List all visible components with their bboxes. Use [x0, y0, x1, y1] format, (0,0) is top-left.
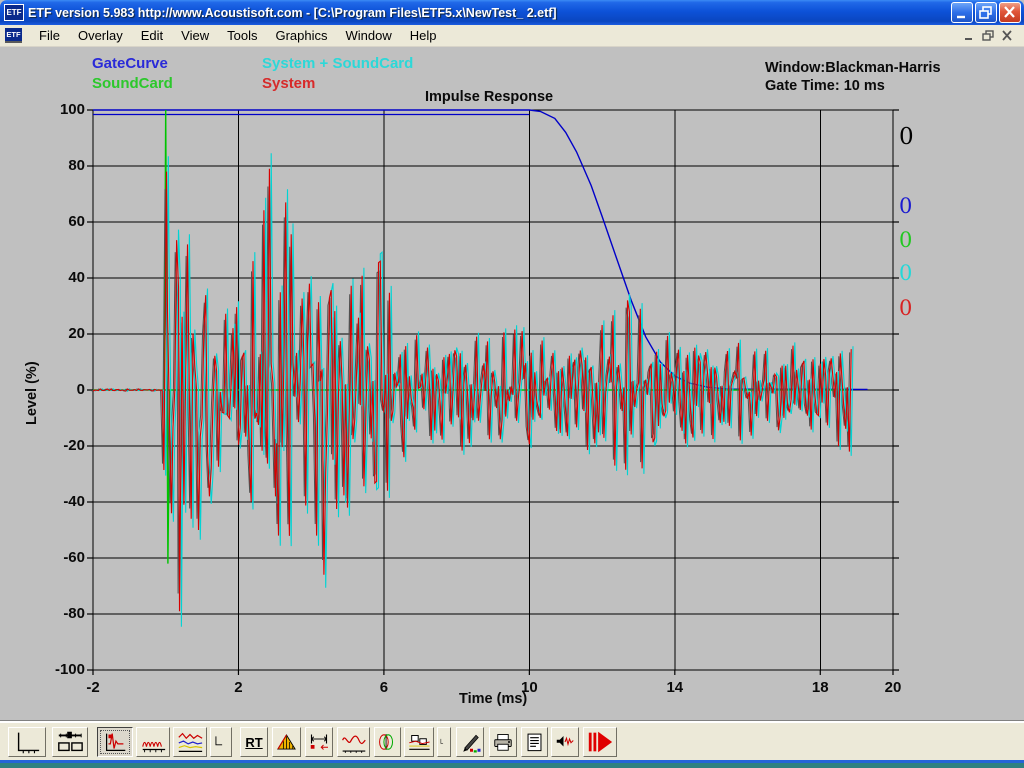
- x-tick-label: 18: [811, 679, 829, 696]
- menu-item-file[interactable]: File: [30, 26, 69, 45]
- menu-item-graphics[interactable]: Graphics: [266, 26, 336, 45]
- title-bar: ETF ETF version 5.983 http://www.Acousti…: [0, 0, 1024, 25]
- step2-icon: [440, 738, 444, 744]
- impulse-response-plot: [87, 109, 899, 675]
- marker-soundcard-0: 0: [899, 228, 913, 252]
- axes-button[interactable]: [8, 727, 46, 757]
- y-tick-label: 60: [68, 213, 85, 230]
- phase-icon: [379, 734, 394, 750]
- mdi-minimize-button[interactable]: [961, 28, 978, 43]
- speaker-icon: [556, 736, 574, 747]
- span-button[interactable]: [305, 727, 333, 757]
- menu-item-help[interactable]: Help: [401, 26, 446, 45]
- mdi-restore-button[interactable]: [980, 28, 997, 43]
- marker-system-soundcard-0: 0: [899, 261, 913, 285]
- y-tick-label: 40: [68, 269, 85, 286]
- menu-bar: ETF File Overlay Edit View Tools Graphic…: [0, 25, 1024, 47]
- speaker-button[interactable]: [551, 727, 579, 757]
- y-tick-label: 20: [68, 325, 85, 342]
- marker-gatecurve-0: 0: [899, 194, 913, 218]
- y-tick-label: 100: [59, 101, 85, 118]
- y-tick-label: -80: [63, 605, 85, 622]
- rt-label: RT: [245, 734, 263, 750]
- window-function-label: Window:Blackman-Harris: [765, 60, 941, 76]
- curve-icon: [342, 735, 366, 753]
- mdi-window-buttons: [959, 28, 1024, 43]
- notes-button[interactable]: [521, 727, 548, 757]
- window-title: ETF version 5.983 http://www.Acoustisoft…: [28, 5, 557, 20]
- waves-button[interactable]: [136, 727, 170, 757]
- marker-button[interactable]: [456, 727, 484, 757]
- mdi-close-button[interactable]: [999, 28, 1016, 43]
- notes-icon: [527, 733, 542, 752]
- chart-title: Impulse Response: [425, 89, 554, 105]
- y-tick-label: -100: [54, 661, 85, 678]
- marker-system-0: 0: [899, 296, 913, 320]
- layout-button[interactable]: [52, 727, 88, 757]
- curve-button[interactable]: [337, 727, 370, 757]
- chart-client-area: GateCurve SoundCard System + SoundCard S…: [0, 47, 1024, 721]
- step-icon: [215, 736, 223, 746]
- play-icon: [588, 731, 613, 753]
- phase-button[interactable]: [374, 727, 401, 757]
- marker-reference-0: 0: [899, 124, 914, 150]
- close-button[interactable]: [999, 2, 1021, 23]
- x-tick-label: 10: [521, 679, 538, 696]
- x-tick-label: 14: [666, 679, 684, 696]
- menu-item-window[interactable]: Window: [337, 26, 401, 45]
- minimize-button[interactable]: [951, 2, 973, 23]
- x-tick-label: -2: [86, 679, 100, 696]
- layout-icon: [58, 731, 83, 752]
- printer-icon: [494, 734, 512, 751]
- legend-gatecurve: GateCurve: [92, 55, 168, 72]
- marker-icon: [463, 734, 481, 753]
- waves-icon: [142, 741, 166, 753]
- waterfall-button[interactable]: [272, 727, 301, 757]
- gate-time-label: Gate Time: 10 ms: [765, 78, 885, 94]
- y-tick-label: 80: [68, 157, 85, 174]
- y-tick-label: -40: [63, 493, 85, 510]
- legend-system: System: [262, 75, 316, 92]
- impulse-button[interactable]: [97, 727, 133, 757]
- y-tick-label: -20: [63, 437, 85, 454]
- boxes-button[interactable]: [404, 727, 434, 757]
- menu-item-edit[interactable]: Edit: [132, 26, 172, 45]
- x-tick-label: 20: [884, 679, 902, 696]
- restore-button[interactable]: [975, 2, 997, 23]
- y-tick-label: 0: [76, 381, 85, 398]
- app-icon: ETF: [4, 4, 24, 21]
- rt-button[interactable]: RT: [240, 727, 268, 757]
- menu-item-view[interactable]: View: [172, 26, 218, 45]
- legend-soundcard: SoundCard: [92, 75, 173, 92]
- menu-item-tools[interactable]: Tools: [218, 26, 266, 45]
- step2-button[interactable]: [437, 727, 451, 757]
- y-tick-label: -60: [63, 549, 85, 566]
- multicurve-button[interactable]: [173, 727, 207, 757]
- play-button[interactable]: [583, 727, 617, 757]
- printer-button[interactable]: [489, 727, 517, 757]
- multicurve-icon: [178, 732, 203, 752]
- impulse-icon: [105, 733, 126, 752]
- x-tick-label: 6: [379, 679, 389, 696]
- waterfall-icon: [277, 734, 296, 750]
- mdi-child-icon[interactable]: ETF: [5, 28, 22, 43]
- axes-icon: [17, 732, 40, 754]
- x-tick-label: 2: [234, 679, 243, 696]
- bottom-toolbar: RT: [0, 720, 1024, 761]
- desktop-strip: [0, 763, 1024, 768]
- span-icon: [310, 734, 328, 750]
- step-button[interactable]: [210, 727, 232, 757]
- legend-system-soundcard: System + SoundCard: [262, 55, 414, 72]
- boxes-icon: [409, 735, 430, 750]
- menu-item-overlay[interactable]: Overlay: [69, 26, 132, 45]
